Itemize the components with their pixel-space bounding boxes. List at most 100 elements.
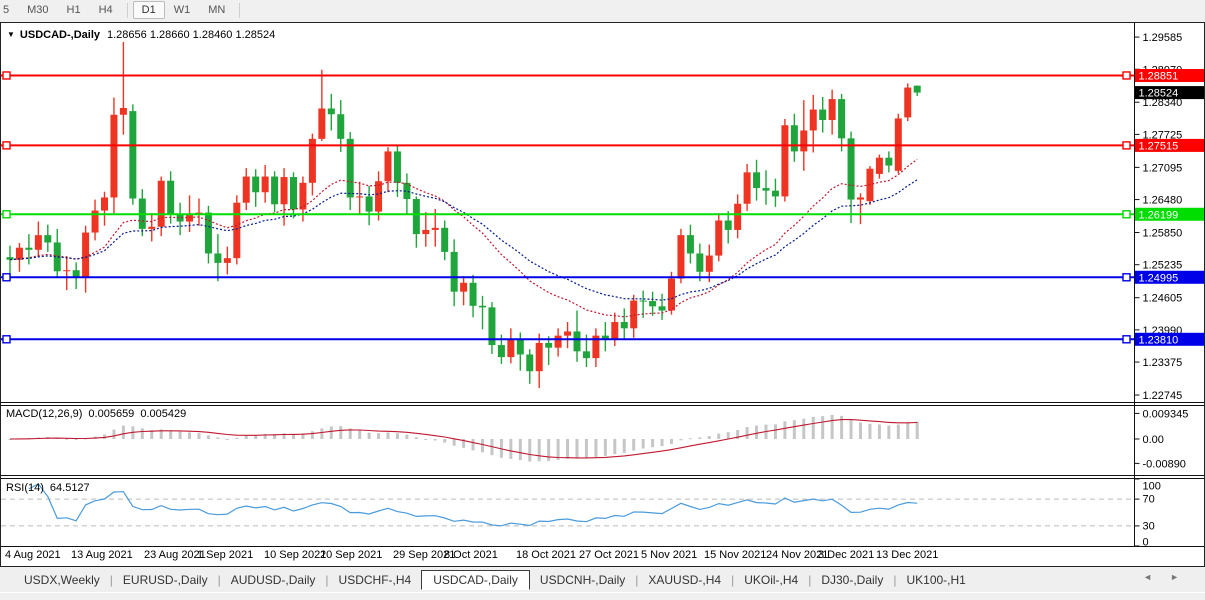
macd-histogram-bar bbox=[556, 439, 560, 460]
line-handle[interactable] bbox=[2, 335, 11, 344]
date-label: 5 Nov 2021 bbox=[641, 549, 697, 561]
macd-histogram-bar bbox=[188, 432, 192, 439]
candle-body bbox=[63, 270, 71, 272]
tab-xauusd-h4[interactable]: XAUUSD-,H4 bbox=[638, 570, 731, 590]
tab-uk100-h1[interactable]: UK100-,H1 bbox=[896, 570, 975, 590]
symbol-period-label: USDCAD-,Daily bbox=[19, 29, 100, 41]
macd-histogram-bar bbox=[244, 435, 248, 439]
date-label: 1 Sep 2021 bbox=[197, 549, 253, 561]
timeframe-button-h1[interactable]: H1 bbox=[58, 1, 90, 19]
tab-scroll-right-icon[interactable]: ► bbox=[1170, 572, 1197, 582]
line-handle[interactable] bbox=[1122, 273, 1131, 282]
line-handle[interactable] bbox=[2, 273, 11, 282]
macd-histogram-bar bbox=[169, 430, 173, 439]
macd-histogram-bar bbox=[679, 439, 683, 441]
candle-body bbox=[781, 125, 789, 197]
macd-histogram-bar bbox=[745, 427, 749, 439]
macd-histogram-bar bbox=[575, 439, 579, 459]
candle-body bbox=[611, 322, 619, 340]
macd-histogram-bar bbox=[660, 439, 664, 447]
macd-histogram-bar bbox=[811, 416, 815, 439]
timeframe-button-h4[interactable]: H4 bbox=[90, 1, 122, 19]
candle-body bbox=[242, 176, 250, 203]
candle-body bbox=[705, 255, 713, 272]
tab-usdcad-daily[interactable]: USDCAD-,Daily bbox=[421, 570, 530, 590]
macd-histogram-bar bbox=[386, 432, 390, 439]
price-flag-label: 1.23810 bbox=[1139, 334, 1179, 346]
chart-menu-icon[interactable]: ▼ bbox=[7, 30, 15, 39]
macd-histogram-bar bbox=[424, 439, 428, 440]
price-tick-label: 1.25235 bbox=[1143, 260, 1183, 272]
candle-body bbox=[460, 282, 468, 292]
tab-ukoil-h4[interactable]: UKOil-,H4 bbox=[734, 570, 808, 590]
timeframe-button-d1[interactable]: D1 bbox=[132, 1, 165, 19]
macd-histogram-bar bbox=[830, 414, 834, 439]
timeframe-toolbar: 5 M30 H1 H4 D1 W1 MN bbox=[0, 0, 1205, 22]
macd-histogram-bar bbox=[915, 421, 919, 439]
macd-histogram-bar bbox=[197, 433, 201, 439]
price-tick-label: 1.29585 bbox=[1143, 32, 1183, 44]
tab-dj30-daily[interactable]: DJ30-,Daily bbox=[811, 570, 893, 590]
timeframe-button-mn[interactable]: MN bbox=[199, 1, 234, 19]
candle-body bbox=[34, 235, 42, 250]
candle-body bbox=[686, 235, 694, 254]
macd-histogram-bar bbox=[887, 425, 891, 439]
candle-body bbox=[696, 253, 704, 272]
tab-usdcnh-daily[interactable]: USDCNH-,Daily bbox=[530, 570, 635, 590]
macd-value-main: 0.005659 bbox=[88, 408, 135, 420]
macd-histogram-bar bbox=[112, 429, 116, 439]
macd-indicator-label: MACD(12,26,9) 0.005659 0.005429 bbox=[6, 408, 192, 420]
price-tick-label: 1.27095 bbox=[1143, 162, 1183, 174]
price-tick-label: 1.26480 bbox=[1143, 195, 1183, 207]
candle-body bbox=[44, 235, 52, 243]
line-handle[interactable] bbox=[1122, 210, 1131, 219]
date-label: 3 Dec 2021 bbox=[818, 549, 874, 561]
candle-body bbox=[157, 180, 165, 227]
macd-histogram-bar bbox=[414, 437, 418, 439]
date-label: 27 Oct 2021 bbox=[579, 549, 639, 561]
macd-histogram-bar bbox=[178, 431, 182, 439]
macd-histogram-bar bbox=[216, 437, 220, 439]
macd-histogram-bar bbox=[622, 439, 626, 453]
date-label: 18 Oct 2021 bbox=[516, 549, 576, 561]
macd-histogram-bar bbox=[405, 434, 409, 439]
macd-histogram-bar bbox=[367, 432, 371, 439]
macd-histogram-bar bbox=[906, 422, 910, 439]
macd-histogram-bar bbox=[339, 426, 343, 439]
line-handle[interactable] bbox=[2, 210, 11, 219]
tab-audusd-daily[interactable]: AUDUSD-,Daily bbox=[221, 570, 326, 590]
macd-histogram-bar bbox=[783, 421, 787, 439]
macd-histogram-bar bbox=[481, 439, 484, 453]
price-flag-label: 1.28851 bbox=[1139, 70, 1179, 82]
tab-usdx-weekly[interactable]: USDX,Weekly bbox=[14, 570, 110, 590]
macd-histogram-bar bbox=[433, 439, 437, 441]
tab-scroll-left-icon[interactable]: ◄ bbox=[1143, 572, 1170, 582]
candle-body bbox=[214, 253, 222, 263]
line-handle[interactable] bbox=[1122, 141, 1131, 150]
candle-body bbox=[25, 247, 33, 250]
macd-histogram-bar bbox=[358, 430, 362, 439]
macd-histogram-bar bbox=[821, 416, 825, 439]
line-handle[interactable] bbox=[1122, 335, 1131, 344]
price-flag-label: 1.27515 bbox=[1139, 140, 1179, 152]
tab-scroll-arrows: ◄► bbox=[1143, 572, 1197, 582]
line-handle[interactable] bbox=[2, 141, 11, 150]
candle-body bbox=[904, 87, 912, 118]
tab-usdchf-h4[interactable]: USDCHF-,H4 bbox=[329, 570, 422, 590]
candle-body bbox=[393, 151, 401, 183]
tab-eurusd-daily[interactable]: EURUSD-,Daily bbox=[113, 570, 218, 590]
macd-histogram-bar bbox=[121, 425, 125, 439]
timeframe-button-w1[interactable]: W1 bbox=[165, 1, 200, 19]
macd-histogram-bar bbox=[802, 418, 806, 439]
line-handle[interactable] bbox=[2, 71, 11, 80]
timeframe-button-5[interactable]: 5 bbox=[0, 1, 18, 19]
rsi-name: RSI(14) bbox=[6, 482, 44, 494]
timeframe-button-m30[interactable]: M30 bbox=[18, 1, 57, 19]
candle-body bbox=[582, 351, 590, 359]
candle-body bbox=[620, 322, 628, 329]
macd-histogram-bar bbox=[707, 436, 711, 439]
macd-tick-label: 0.00 bbox=[1143, 434, 1164, 446]
macd-tick-label: 0.009345 bbox=[1143, 408, 1189, 420]
candle-body bbox=[280, 177, 288, 205]
line-handle[interactable] bbox=[1122, 71, 1131, 80]
